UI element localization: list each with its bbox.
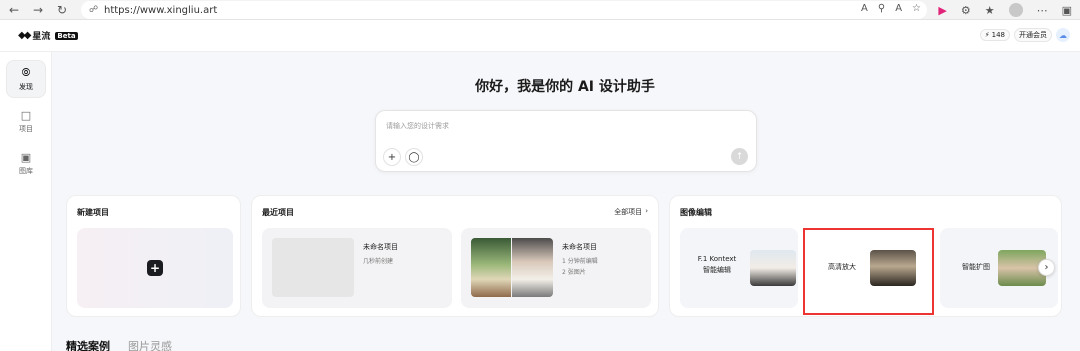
project-thumbnail — [471, 238, 511, 297]
logo[interactable]: ◆◆ 星流 Beta — [18, 29, 78, 42]
beta-badge: Beta — [55, 31, 78, 40]
project-name: 未命名项目 — [562, 243, 597, 251]
member-button[interactable]: 开通会员 — [1014, 28, 1052, 42]
credits-count: 148 — [991, 31, 1005, 39]
chevron-right-icon: › — [645, 207, 648, 215]
chevron-right-icon[interactable]: › — [1038, 259, 1055, 276]
forward-icon[interactable]: → — [28, 0, 48, 20]
favorites-list-icon[interactable]: ★ — [985, 4, 995, 17]
lock-icon: ☍ — [89, 5, 99, 15]
new-project-button[interactable]: + — [77, 228, 233, 308]
new-project-card: 新建项目 + — [66, 195, 241, 317]
prompt-placeholder: 请输入您的设计需求 — [386, 122, 449, 130]
sidebar-item-label: 图库 — [19, 166, 33, 175]
project-name: 未命名项目 — [363, 243, 398, 251]
project-item[interactable]: 未命名项目 几秒前创建 — [262, 228, 452, 308]
favorite-icon[interactable]: ☆ — [912, 3, 921, 14]
card-title: 最近项目 — [262, 208, 294, 217]
more-icon[interactable]: ⋯ — [1037, 4, 1048, 17]
project-thumbnail — [512, 238, 553, 297]
edit-item-thumbnail — [750, 250, 796, 286]
sidebar-item-label: 项目 — [19, 124, 33, 133]
globe-icon[interactable]: ◯ — [405, 148, 423, 166]
edit-item-label: 智能扩图 — [962, 263, 990, 271]
page-title: 你好，我是你的 AI 设计助手 — [475, 79, 655, 95]
all-projects-label: 全部项目 — [614, 208, 643, 216]
plus-icon: + — [147, 260, 163, 276]
recent-projects-card: 最近项目 全部项目 › 未命名项目 几秒前创建 未命名项目 1 分钟前编辑 2 … — [251, 195, 659, 317]
edit-item-label: F.1 Kontext 智能编辑 — [688, 254, 746, 276]
app-header: ◆◆ 星流 Beta ⚡ 148 开通会员 ☁ — [0, 20, 1080, 52]
content-tabs: 精选案例 图片灵感 — [66, 338, 172, 351]
puzzle-icon[interactable]: ⚙ — [961, 4, 971, 17]
refresh-icon[interactable]: ↻ — [52, 0, 72, 20]
back-icon[interactable]: ← — [4, 0, 24, 20]
sidebar-item-gallery[interactable]: ▣ 图库 — [6, 144, 46, 182]
project-meta: 1 分钟前编辑 — [562, 258, 598, 265]
add-icon[interactable]: + — [383, 148, 401, 166]
profile-icon[interactable] — [1008, 3, 1023, 17]
edit-item-label-line: F.1 Kontext — [697, 255, 737, 263]
project-thumbnail — [272, 238, 354, 297]
address-bar[interactable]: ☍ https://www.xingliu.art A ⚲ A ☆ — [81, 1, 927, 19]
url-text: https://www.xingliu.art — [104, 4, 218, 16]
zoom-icon[interactable]: ⚲ — [878, 3, 885, 14]
sidebar-item-projects[interactable]: □ 项目 — [6, 102, 46, 140]
image-icon: ▣ — [20, 150, 32, 164]
sidebar-icon[interactable]: ▣ — [1062, 4, 1072, 17]
tab-inspiration[interactable]: 图片灵感 — [128, 338, 172, 351]
read-aloud-icon[interactable]: A — [861, 3, 868, 14]
send-button[interactable]: ↑ — [731, 148, 748, 165]
browser-toolbar: ← → ↻ ☍ https://www.xingliu.art A ⚲ A ☆ … — [0, 0, 1080, 20]
highlight-box — [803, 228, 934, 315]
edit-item-label-line: 智能编辑 — [703, 266, 731, 274]
all-projects-link[interactable]: 全部项目 › — [614, 207, 648, 217]
edit-item-kontext[interactable]: F.1 Kontext 智能编辑 — [680, 228, 798, 308]
folder-icon: □ — [20, 108, 32, 122]
tab-featured[interactable]: 精选案例 — [66, 338, 110, 351]
project-meta: 几秒前创建 — [363, 258, 394, 265]
card-title: 图像编辑 — [680, 208, 712, 217]
font-icon[interactable]: A — [895, 3, 902, 14]
lightning-icon: ⚡ — [984, 31, 990, 39]
project-item[interactable]: 未命名项目 1 分钟前编辑 2 张图片 — [461, 228, 651, 308]
logo-text: 星流 — [32, 32, 51, 42]
card-title: 新建项目 — [77, 208, 109, 217]
sidebar: ⦾ 发现 □ 项目 ▣ 图库 — [0, 52, 52, 351]
cloud-icon[interactable]: ☁ — [1056, 28, 1070, 42]
prompt-input[interactable]: 请输入您的设计需求 + ◯ ↑ — [375, 110, 757, 172]
credits-badge[interactable]: ⚡ 148 — [979, 29, 1010, 41]
project-image-count: 2 张图片 — [562, 269, 586, 276]
extension-icon[interactable]: ▶ — [938, 4, 946, 17]
logo-icon: ◆◆ — [18, 30, 31, 41]
